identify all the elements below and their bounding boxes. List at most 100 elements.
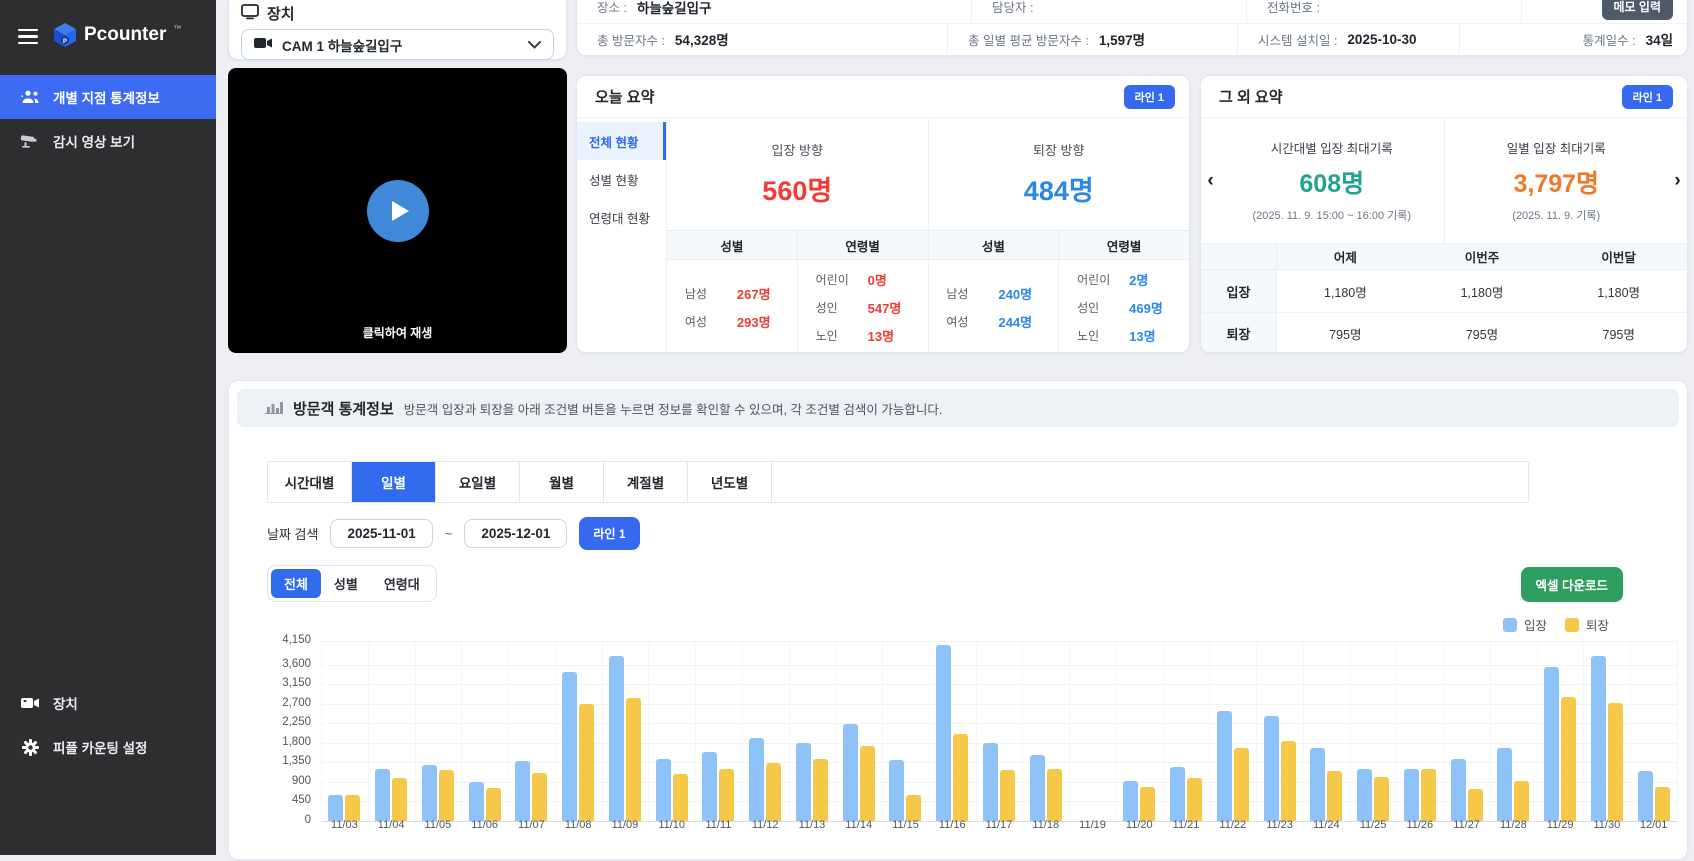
tab-seasonal[interactable]: 계절별: [604, 462, 688, 502]
date-to-input[interactable]: 2025-12-01: [464, 519, 568, 548]
video-player[interactable]: 클릭하여 재생: [228, 68, 567, 353]
date-from-input[interactable]: 2025-11-01: [330, 519, 433, 548]
bar-퇴장-11/12[interactable]: [766, 763, 782, 821]
bar-입장-11/03[interactable]: [328, 795, 344, 821]
bar-입장-11/20[interactable]: [1123, 780, 1139, 821]
bar-퇴장-11/23[interactable]: [1280, 741, 1296, 821]
sidebar-item-watch-video[interactable]: 감시 영상 보기: [0, 119, 216, 163]
play-button[interactable]: [366, 179, 429, 242]
bar-퇴장-11/07[interactable]: [532, 773, 548, 821]
bar-입장-11/06[interactable]: [468, 781, 484, 821]
bar-퇴장-11/18[interactable]: [1046, 769, 1062, 821]
bar-입장-11/24[interactable]: [1310, 747, 1326, 821]
bar-입장-11/04[interactable]: [375, 769, 391, 821]
carousel-next-icon[interactable]: ›: [1668, 118, 1687, 243]
bar-퇴장-12/01[interactable]: [1654, 787, 1670, 821]
bar-입장-11/26[interactable]: [1403, 768, 1419, 821]
bar-입장-11/16[interactable]: [936, 645, 952, 821]
tab-day-of-week[interactable]: 요일별: [436, 462, 520, 502]
bar-입장-11/05[interactable]: [421, 765, 437, 821]
bar-퇴장-11/09[interactable]: [625, 697, 641, 821]
bar-입장-11/10[interactable]: [655, 759, 671, 821]
bar-퇴장-11/22[interactable]: [1233, 748, 1249, 821]
bar-퇴장-11/25[interactable]: [1374, 777, 1390, 821]
bar-입장-11/15[interactable]: [889, 759, 905, 821]
bar-퇴장-11/30[interactable]: [1607, 703, 1623, 821]
other-summary-title: 그 외 요약: [1219, 89, 1283, 106]
tab-monthly[interactable]: 월별: [520, 462, 604, 502]
carousel-prev-icon[interactable]: ‹: [1201, 118, 1220, 243]
bar-입장-11/21[interactable]: [1170, 766, 1186, 821]
bar-입장-11/12[interactable]: [749, 737, 765, 821]
entry-gender-column: 남성 267명 여성 293명: [667, 260, 797, 352]
bar-입장-11/11[interactable]: [702, 752, 718, 821]
bar-퇴장-11/21[interactable]: [1187, 778, 1203, 821]
line-badge[interactable]: 라인 1: [1621, 84, 1673, 109]
memo-input-button[interactable]: 메모 입력: [1601, 0, 1673, 21]
bar-퇴장-11/24[interactable]: [1327, 770, 1343, 821]
bar-입장-11/25[interactable]: [1357, 769, 1373, 821]
column-header-age: 연령별: [1058, 231, 1189, 259]
bar-입장-11/18[interactable]: [1029, 754, 1045, 821]
bar-입장-11/23[interactable]: [1263, 716, 1279, 821]
bar-입장-11/08[interactable]: [562, 672, 578, 821]
bar-퇴장-11/16[interactable]: [953, 734, 969, 821]
y-axis-tick-label: 2,250: [282, 716, 311, 729]
x-gridline: [601, 641, 603, 821]
stat-days-label: 통계일수 :: [1582, 33, 1636, 48]
bar-퇴장-11/11[interactable]: [719, 768, 735, 821]
filter-all[interactable]: 전체: [271, 569, 321, 598]
tab-age-status[interactable]: 연령대 현황: [577, 198, 666, 236]
bar-입장-11/30[interactable]: [1590, 655, 1606, 821]
bar-퇴장-11/15[interactable]: [906, 795, 922, 821]
bar-퇴장-11/13[interactable]: [812, 758, 828, 821]
bar-입장-11/09[interactable]: [608, 656, 624, 821]
bar-입장-11/28[interactable]: [1497, 748, 1513, 821]
bar-퇴장-11/20[interactable]: [1140, 787, 1156, 821]
line-select-button[interactable]: 라인 1: [579, 517, 640, 550]
senior-label: 노인: [815, 328, 838, 343]
sidebar-item-people-counting-settings[interactable]: 피플 카운팅 설정: [0, 725, 216, 769]
excel-download-button[interactable]: 엑셀 다운로드: [1520, 567, 1623, 602]
bar-퇴장-11/17[interactable]: [1000, 770, 1015, 821]
tab-yearly[interactable]: 년도별: [688, 462, 772, 502]
bar-입장-12/01[interactable]: [1637, 771, 1653, 821]
app-logo[interactable]: P Pcounter ™: [53, 22, 181, 51]
bar-퇴장-11/27[interactable]: [1467, 788, 1483, 821]
tab-hourly[interactable]: 시간대별: [268, 462, 352, 502]
sidebar-item-devices[interactable]: 장치: [0, 681, 216, 725]
bar-퇴장-11/29[interactable]: [1561, 697, 1577, 821]
x-gridline: [1256, 641, 1258, 821]
female-label: 여성: [684, 314, 707, 329]
bar-입장-11/29[interactable]: [1544, 666, 1560, 821]
y-axis-tick-label: 3,600: [282, 657, 311, 670]
x-axis-tick-label: 11/03: [331, 819, 358, 831]
x-axis-tick-label: 11/30: [1593, 819, 1621, 831]
bar-입장-11/22[interactable]: [1216, 710, 1232, 821]
x-gridline: [1069, 641, 1071, 821]
bar-퇴장-11/03[interactable]: [345, 794, 361, 821]
bar-입장-11/27[interactable]: [1450, 759, 1466, 821]
camera-select[interactable]: CAM 1 하늘숲길입구: [241, 29, 554, 60]
bar-퇴장-11/26[interactable]: [1420, 768, 1436, 821]
bar-퇴장-11/04[interactable]: [392, 778, 408, 821]
filter-gender[interactable]: 성별: [321, 569, 371, 598]
bar-퇴장-11/06[interactable]: [485, 788, 501, 821]
bar-입장-11/07[interactable]: [515, 761, 531, 821]
bar-퇴장-11/28[interactable]: [1514, 780, 1530, 821]
bar-퇴장-11/08[interactable]: [579, 703, 595, 821]
bar-입장-11/17[interactable]: [983, 742, 998, 821]
tab-overall-status[interactable]: 전체 현황: [577, 122, 666, 160]
tab-daily[interactable]: 일별: [352, 462, 436, 502]
bar-퇴장-11/14[interactable]: [859, 745, 875, 821]
filter-age[interactable]: 연령대: [371, 569, 433, 598]
bar-퇴장-11/05[interactable]: [438, 770, 454, 821]
sidebar-item-site-statistics[interactable]: 개별 지점 통계정보: [0, 75, 216, 119]
tab-gender-status[interactable]: 성별 현황: [577, 160, 666, 198]
line-badge[interactable]: 라인 1: [1123, 84, 1175, 109]
bar-입장-11/14[interactable]: [842, 723, 858, 821]
chart-plot-area: [321, 641, 1678, 822]
bar-퇴장-11/10[interactable]: [672, 774, 688, 821]
bar-입장-11/13[interactable]: [795, 742, 811, 821]
menu-icon[interactable]: [18, 28, 38, 45]
